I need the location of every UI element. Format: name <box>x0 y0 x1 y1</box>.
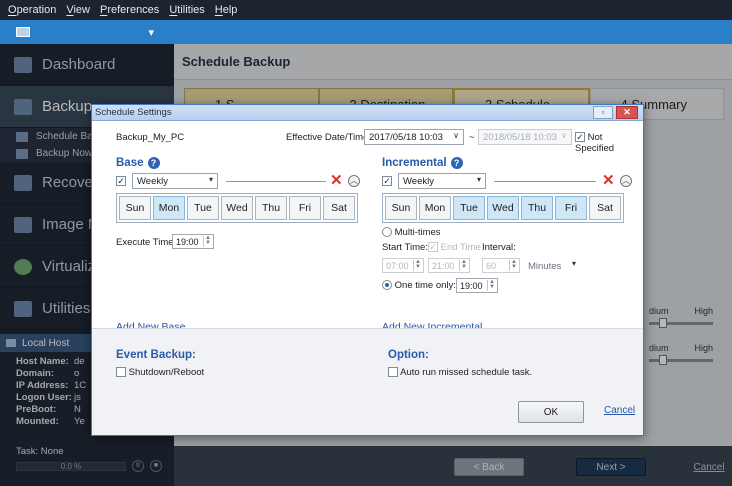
end-time-input[interactable]: 21:00 ▲ ▼ <box>428 258 470 273</box>
chevron-down-icon: ▾ <box>476 175 481 184</box>
day-thu[interactable]: Thu <box>521 196 553 220</box>
one-time-input[interactable]: 19:00 ▲ ▼ <box>456 278 498 293</box>
one-time-option[interactable]: One time only: <box>382 280 456 291</box>
day-sun[interactable]: Sun <box>119 196 151 220</box>
not-specified-option[interactable]: ✓ Not Specified <box>575 132 643 154</box>
start-time-label: Start Time: <box>382 242 428 253</box>
day-fri[interactable]: Fri <box>555 196 587 220</box>
shutdown-reboot-checkbox[interactable] <box>116 367 126 378</box>
shutdown-reboot-option[interactable]: Shutdown/Reboot <box>116 367 204 378</box>
toolbar: ▾ <box>0 20 732 44</box>
spinner-icon[interactable]: ▲ ▼ <box>413 259 422 271</box>
chevron-down-icon: ∨ <box>453 131 459 140</box>
start-datetime-select[interactable]: 2017/05/18 10:03 ∨ <box>364 129 464 145</box>
interval-unit-select[interactable]: Minutes ▾ <box>524 258 580 274</box>
chevron-down-icon: ∨ <box>561 131 567 140</box>
menu-utilities[interactable]: Utilities <box>169 4 204 16</box>
divider <box>494 181 596 182</box>
chevron-down-icon: ▾ <box>208 175 213 184</box>
chevron-down-icon: ▾ <box>148 26 154 39</box>
menu-bar: Operation View Preferences Utilities Hel… <box>0 0 732 20</box>
auto-run-checkbox[interactable] <box>388 367 398 378</box>
collapse-icon[interactable]: ︿ <box>348 175 360 187</box>
ok-button[interactable]: OK <box>518 401 584 423</box>
spinner-icon[interactable]: ▲ ▼ <box>509 259 518 271</box>
close-icon[interactable]: ✕ <box>616 106 638 119</box>
day-sat[interactable]: Sat <box>589 196 621 220</box>
end-time-checkbox[interactable]: ✓ <box>428 242 438 253</box>
incremental-enable-checkbox[interactable]: ✓ <box>382 175 392 187</box>
multi-times-radio[interactable] <box>382 227 392 238</box>
base-frequency-select[interactable]: Weekly ▾ <box>132 173 218 189</box>
base-days: Sun Mon Tue Wed Thu Fri Sat <box>116 193 358 223</box>
spinner-icon[interactable]: ▲ ▼ <box>203 235 212 247</box>
computer-icon <box>16 27 30 37</box>
menu-help[interactable]: Help <box>215 4 238 16</box>
day-sat[interactable]: Sat <box>323 196 355 220</box>
delete-incremental-icon[interactable]: ✕ <box>602 173 615 188</box>
start-time-input[interactable]: 07:00 ▲ ▼ <box>382 258 424 273</box>
dialog-title: Schedule Settings <box>95 107 172 118</box>
view-dropdown[interactable]: ▾ <box>10 24 160 40</box>
incremental-frequency-select[interactable]: Weekly ▾ <box>398 173 486 189</box>
base-enable-checkbox[interactable]: ✓ <box>116 175 126 187</box>
event-backup-heading: Event Backup: <box>116 349 196 361</box>
menu-preferences[interactable]: Preferences <box>100 4 159 16</box>
execute-time-input[interactable]: 19:00 ▲ ▼ <box>172 234 214 249</box>
schedule-settings-dialog: Schedule Settings ▫ ✕ Backup_My_PC Effec… <box>91 104 644 436</box>
dialog-titlebar: Schedule Settings ▫ ✕ <box>92 105 643 121</box>
interval-input[interactable]: 60 ▲ ▼ <box>482 258 520 273</box>
day-wed[interactable]: Wed <box>221 196 253 220</box>
base-heading: Base? <box>116 157 160 169</box>
execute-time-label: Execute Time: <box>116 237 177 248</box>
effective-date-label: Effective Date/Time: <box>286 132 372 143</box>
not-specified-checkbox[interactable]: ✓ <box>575 132 585 143</box>
delete-base-icon[interactable]: ✕ <box>330 173 343 188</box>
menu-operation[interactable]: Operation <box>8 4 56 16</box>
divider <box>226 181 326 182</box>
dialog-cancel-button[interactable]: Cancel <box>604 405 635 416</box>
help-icon[interactable]: ? <box>147 157 160 169</box>
day-thu[interactable]: Thu <box>255 196 287 220</box>
menu-view[interactable]: View <box>66 4 90 16</box>
restore-icon[interactable]: ▫ <box>593 106 613 119</box>
collapse-icon[interactable]: ︿ <box>620 175 632 187</box>
date-range-separator: ~ <box>469 132 475 143</box>
option-heading: Option: <box>388 349 429 361</box>
day-mon[interactable]: Mon <box>153 196 185 220</box>
help-icon[interactable]: ? <box>450 157 463 169</box>
task-name: Backup_My_PC <box>116 132 185 143</box>
day-mon[interactable]: Mon <box>419 196 451 220</box>
day-fri[interactable]: Fri <box>289 196 321 220</box>
day-tue[interactable]: Tue <box>453 196 485 220</box>
multi-times-option[interactable]: Multi-times <box>382 227 441 238</box>
day-tue[interactable]: Tue <box>187 196 219 220</box>
chevron-down-icon: ▾ <box>571 259 576 268</box>
incremental-heading: Incremental? <box>382 157 463 169</box>
spinner-icon[interactable]: ▲ ▼ <box>487 279 496 291</box>
end-datetime-select[interactable]: 2018/05/18 10:03 ∨ <box>478 129 572 145</box>
end-time-option[interactable]: ✓ End Time <box>428 242 481 253</box>
incremental-days: Sun Mon Tue Wed Thu Fri Sat <box>382 193 624 223</box>
day-wed[interactable]: Wed <box>487 196 519 220</box>
spinner-icon[interactable]: ▲ ▼ <box>459 259 468 271</box>
auto-run-option[interactable]: Auto run missed schedule task. <box>388 367 532 378</box>
day-sun[interactable]: Sun <box>385 196 417 220</box>
interval-label: Interval: <box>482 242 516 253</box>
one-time-radio[interactable] <box>382 280 392 291</box>
